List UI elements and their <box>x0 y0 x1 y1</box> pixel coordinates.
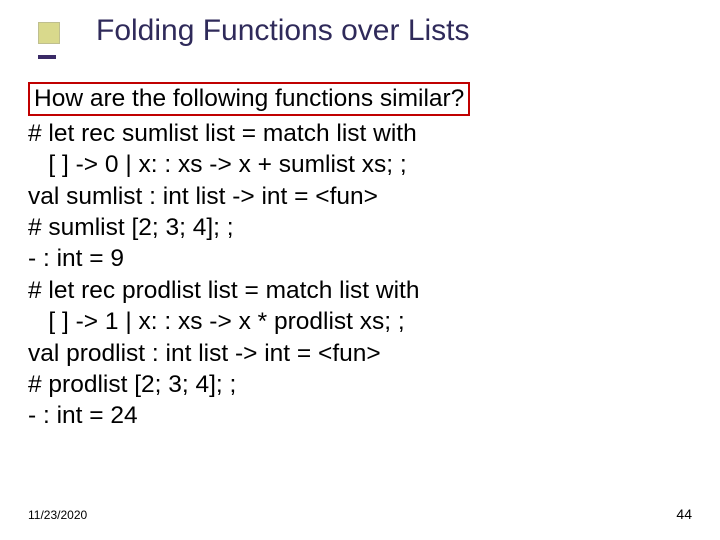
question-text: How are the following functions similar? <box>34 85 464 113</box>
code-line: # let rec prodlist list = match list wit… <box>28 275 692 306</box>
footer-date: 11/23/2020 <box>28 508 87 522</box>
code-line: - : int = 24 <box>28 400 692 431</box>
code-line: - : int = 9 <box>28 243 692 274</box>
title-area: Folding Functions over Lists <box>0 0 720 32</box>
code-line: # let rec sumlist list = match list with <box>28 118 692 149</box>
question-highlight: How are the following functions similar? <box>28 82 470 116</box>
content-area: How are the following functions similar?… <box>28 82 692 432</box>
code-line: # prodlist [2; 3; 4]; ; <box>28 369 692 400</box>
code-line: val prodlist : int list -> int = <fun> <box>28 338 692 369</box>
footer-page-number: 44 <box>676 506 692 522</box>
title-accent-box <box>38 22 60 44</box>
code-line: [ ] -> 1 | x: : xs -> x * prodlist xs; ; <box>28 306 692 337</box>
code-line: [ ] -> 0 | x: : xs -> x + sumlist xs; ; <box>28 149 692 180</box>
code-line: # sumlist [2; 3; 4]; ; <box>28 212 692 243</box>
slide-title: Folding Functions over Lists <box>96 14 470 48</box>
code-line: val sumlist : int list -> int = <fun> <box>28 181 692 212</box>
title-underline <box>38 55 56 59</box>
